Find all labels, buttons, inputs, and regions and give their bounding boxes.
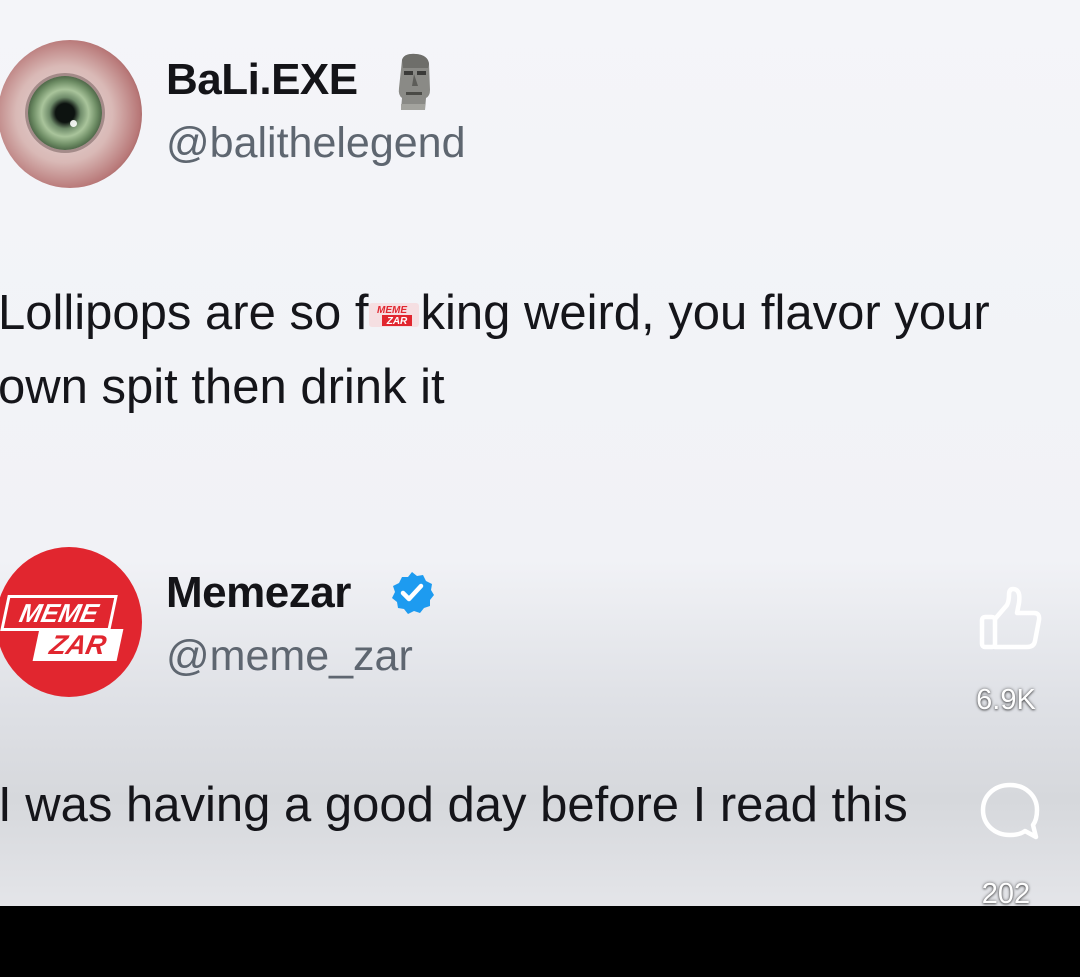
- tweet-text-part-1: Lollipops are so f: [0, 286, 369, 340]
- reel-screen: BaLi.EXE @balithelegend Lollipops are so…: [0, 0, 1080, 906]
- handle[interactable]: @balithelegend: [166, 119, 466, 168]
- svg-text:MEME: MEME: [377, 305, 407, 316]
- tweet-text: I was having a good day before I read th…: [0, 778, 908, 832]
- svg-text:ZAR: ZAR: [386, 316, 408, 327]
- logo-text-meme: MEME: [0, 595, 118, 631]
- avatar-balithelegend[interactable]: [0, 40, 142, 188]
- logo-text-zar: ZAR: [32, 629, 124, 661]
- verified-badge-icon: [392, 572, 434, 614]
- avatar-meme-zar[interactable]: MEME ZAR: [0, 547, 142, 697]
- memezar-watermark-icon: MEME ZAR: [369, 303, 420, 327]
- handle[interactable]: @meme_zar: [166, 632, 413, 681]
- tweet-text: Lollipops are so f MEME ZAR king weird, …: [0, 276, 1058, 424]
- display-name[interactable]: Memezar: [166, 568, 351, 618]
- like-count: 6.9K: [976, 684, 1036, 716]
- eye-glint: [70, 120, 77, 127]
- eye-iris-icon: [28, 76, 102, 150]
- bottom-bar: [0, 906, 1080, 977]
- thumbs-up-icon[interactable]: [978, 583, 1044, 653]
- moai-icon: [398, 53, 430, 110]
- comment-bubble-icon[interactable]: [977, 779, 1043, 845]
- display-name[interactable]: BaLi.EXE: [166, 55, 358, 105]
- comment-count: 202: [981, 878, 1031, 906]
